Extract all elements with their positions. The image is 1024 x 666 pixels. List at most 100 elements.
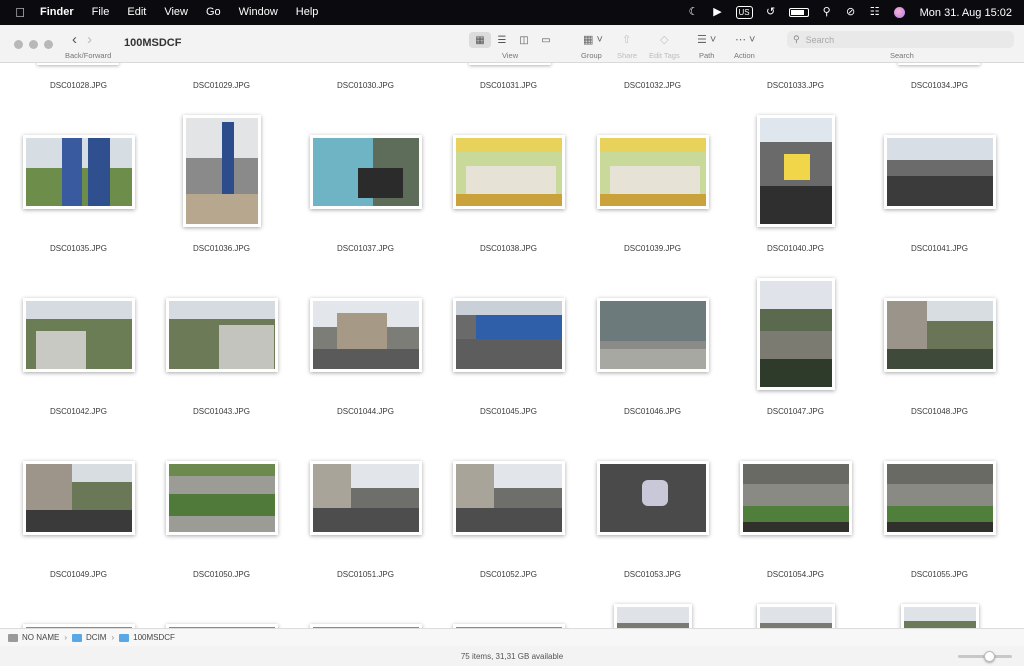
file-thumbnail[interactable] xyxy=(469,63,551,65)
file-name[interactable]: DSC01032.JPG xyxy=(581,81,724,90)
file-name[interactable]: DSC01028.JPG xyxy=(7,81,150,90)
time-machine-icon[interactable]: ↺ xyxy=(759,0,783,25)
file-thumbnail[interactable] xyxy=(757,604,835,628)
search-icon[interactable]: ⚲ xyxy=(815,0,839,25)
file-thumbnail[interactable] xyxy=(166,461,278,535)
list-view-button[interactable]: ☰ xyxy=(491,32,513,48)
file-thumbnail[interactable] xyxy=(37,63,119,65)
file-thumbnail[interactable] xyxy=(166,298,278,372)
icon-size-slider[interactable] xyxy=(958,651,1012,662)
control-center-icon[interactable]: ☷ xyxy=(863,0,887,25)
share-icon[interactable]: ⇧ xyxy=(622,33,631,46)
file-thumbnail[interactable] xyxy=(757,278,835,390)
file-name[interactable]: DSC01042.JPG xyxy=(7,407,150,416)
file-thumbnail[interactable] xyxy=(310,461,422,535)
path-crumb-dcim[interactable]: DCIM xyxy=(72,633,106,642)
path-crumb-current[interactable]: 100MSDCF xyxy=(119,633,175,642)
search-field[interactable]: ⚲ xyxy=(787,31,1014,48)
path-button[interactable]: ☰ ˅ xyxy=(697,33,716,46)
file-thumbnail[interactable] xyxy=(310,135,422,209)
apple-icon[interactable]:  xyxy=(0,5,40,20)
file-thumbnail[interactable] xyxy=(453,298,565,372)
file-thumbnail[interactable] xyxy=(310,298,422,372)
file-thumbnail[interactable] xyxy=(597,298,709,372)
file-thumbnail[interactable] xyxy=(23,461,135,535)
file-name[interactable]: DSC01034.JPG xyxy=(868,81,1011,90)
play-circle-icon[interactable]: ▶ xyxy=(706,0,730,25)
menu-finder[interactable]: Finder xyxy=(40,0,83,25)
path-crumb-disk[interactable]: NO NAME xyxy=(8,633,59,642)
menu-window[interactable]: Window xyxy=(230,0,287,25)
file-name[interactable]: DSC01037.JPG xyxy=(294,244,437,253)
file-thumbnail[interactable] xyxy=(740,461,852,535)
file-thumbnail[interactable] xyxy=(901,604,979,628)
file-name[interactable]: DSC01039.JPG xyxy=(581,244,724,253)
back-arrow-icon[interactable]: ‹ xyxy=(72,31,77,48)
file-name[interactable]: DSC01055.JPG xyxy=(868,570,1011,579)
file-name[interactable]: DSC01043.JPG xyxy=(150,407,293,416)
file-thumbnail[interactable] xyxy=(884,135,996,209)
menu-go[interactable]: Go xyxy=(197,0,230,25)
siri-icon[interactable] xyxy=(893,7,905,18)
menu-help[interactable]: Help xyxy=(287,0,328,25)
menu-file[interactable]: File xyxy=(83,0,119,25)
chevron-right-icon: › xyxy=(111,633,115,642)
file-name[interactable]: DSC01050.JPG xyxy=(150,570,293,579)
file-thumbnail[interactable] xyxy=(23,135,135,209)
zoom-button[interactable] xyxy=(44,40,53,49)
file-thumbnail[interactable] xyxy=(614,604,692,628)
gallery-view-button[interactable]: ▭ xyxy=(535,32,557,48)
file-name[interactable]: DSC01031.JPG xyxy=(437,81,580,90)
file-thumbnail[interactable] xyxy=(898,63,980,65)
minimize-button[interactable] xyxy=(29,40,38,49)
chevron-right-icon: › xyxy=(64,633,68,642)
slider-knob[interactable] xyxy=(984,651,995,662)
file-name[interactable]: DSC01054.JPG xyxy=(724,570,867,579)
file-name[interactable]: DSC01038.JPG xyxy=(437,244,580,253)
icon-view-button[interactable]: ▦ xyxy=(469,32,491,48)
file-thumbnail[interactable] xyxy=(453,461,565,535)
file-name[interactable]: DSC01029.JPG xyxy=(150,81,293,90)
file-thumbnail[interactable] xyxy=(597,461,709,535)
group-label: Group xyxy=(581,51,602,60)
wifi-off-icon[interactable]: ⊘ xyxy=(839,0,863,25)
tag-icon[interactable]: ◇ xyxy=(660,33,668,46)
search-input[interactable] xyxy=(805,34,996,45)
folder-icon xyxy=(119,633,130,642)
file-name[interactable]: DSC01049.JPG xyxy=(7,570,150,579)
battery-icon[interactable] xyxy=(788,8,809,17)
file-thumbnail[interactable] xyxy=(884,298,996,372)
file-name[interactable]: DSC01045.JPG xyxy=(437,407,580,416)
file-name[interactable]: DSC01041.JPG xyxy=(868,244,1011,253)
file-name[interactable]: DSC01047.JPG xyxy=(724,407,867,416)
keyboard-layout-badge[interactable]: US xyxy=(735,6,753,19)
file-name[interactable]: DSC01033.JPG xyxy=(724,81,867,90)
file-name[interactable]: DSC01053.JPG xyxy=(581,570,724,579)
file-name[interactable]: DSC01051.JPG xyxy=(294,570,437,579)
action-button[interactable]: ⋯ ˅ xyxy=(735,33,755,46)
file-thumbnail[interactable] xyxy=(757,115,835,227)
close-button[interactable] xyxy=(14,40,23,49)
file-name[interactable]: DSC01035.JPG xyxy=(7,244,150,253)
file-name[interactable]: DSC01040.JPG xyxy=(724,244,867,253)
group-button[interactable]: ▦ ˅ xyxy=(583,33,603,46)
file-thumbnail[interactable] xyxy=(23,298,135,372)
path-bar: NO NAME › DCIM › 100MSDCF xyxy=(0,628,1024,646)
file-thumbnail[interactable] xyxy=(884,461,996,535)
file-thumbnail[interactable] xyxy=(183,115,261,227)
file-name[interactable]: DSC01044.JPG xyxy=(294,407,437,416)
menu-edit[interactable]: Edit xyxy=(118,0,155,25)
file-name[interactable]: DSC01030.JPG xyxy=(294,81,437,90)
status-text: 75 items, 31,31 GB available xyxy=(460,651,564,661)
menu-clock[interactable]: Mon 31. Aug 15:02 xyxy=(920,7,1012,19)
file-name[interactable]: DSC01052.JPG xyxy=(437,570,580,579)
file-thumbnail[interactable] xyxy=(597,135,709,209)
file-name[interactable]: DSC01048.JPG xyxy=(868,407,1011,416)
file-name[interactable]: DSC01046.JPG xyxy=(581,407,724,416)
file-name[interactable]: DSC01036.JPG xyxy=(150,244,293,253)
column-view-button[interactable]: ◫ xyxy=(513,32,535,48)
moon-icon[interactable]: ☾ xyxy=(682,0,706,25)
menu-view[interactable]: View xyxy=(155,0,197,25)
forward-arrow-icon[interactable]: › xyxy=(87,31,92,48)
file-thumbnail[interactable] xyxy=(453,135,565,209)
